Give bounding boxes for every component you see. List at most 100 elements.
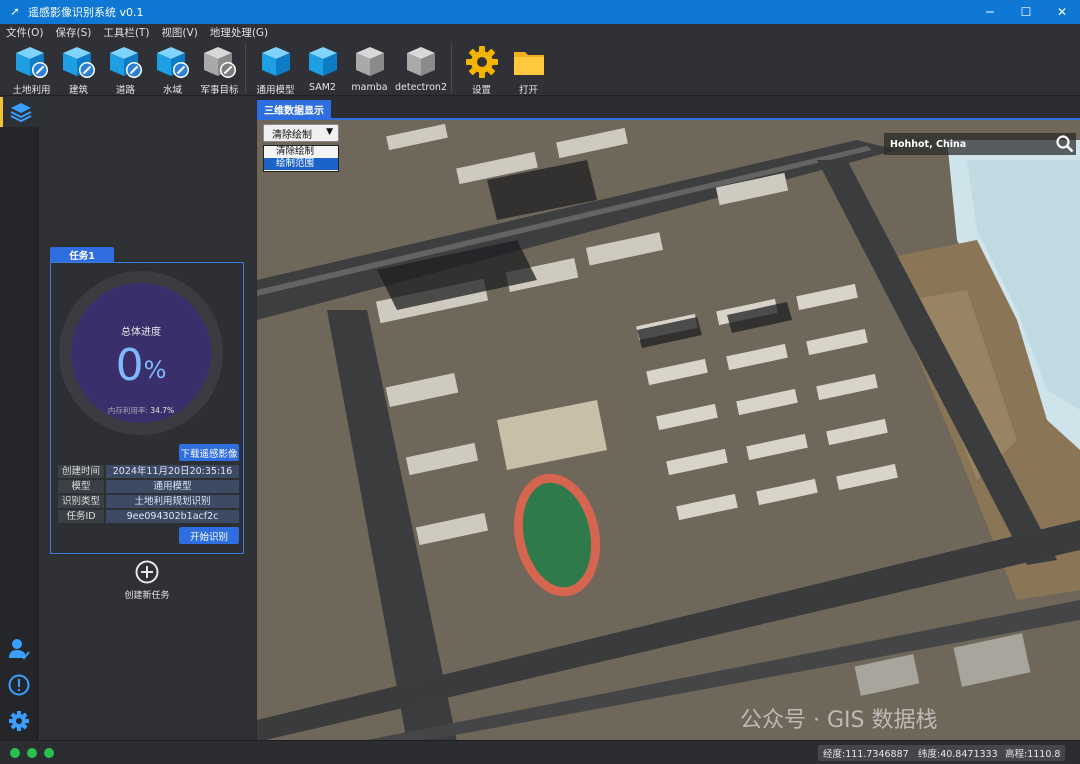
tool-general-model[interactable]: 通用模型 bbox=[252, 40, 299, 96]
blue-cube-edit-icon bbox=[62, 47, 95, 78]
info-key: 任务ID bbox=[58, 510, 104, 523]
tool-building[interactable]: 建筑 bbox=[55, 40, 102, 96]
chevron-down-icon: ▼ bbox=[326, 127, 333, 137]
tool-label: 设置 bbox=[471, 85, 491, 96]
memory-usage: 内存利用率: 34.7% bbox=[59, 405, 223, 416]
tool-mamba[interactable]: mamba bbox=[346, 40, 393, 96]
tool-sam2[interactable]: SAM2 bbox=[299, 40, 346, 96]
new-task-button[interactable]: 创建新任务 bbox=[117, 560, 177, 602]
menu-bar: 文件(O) 保存(S) 工具栏(T) 视图(V) 地理处理(G) bbox=[0, 24, 1080, 40]
download-imagery-button[interactable]: 下载遥感影像 bbox=[179, 444, 239, 461]
minimize-button[interactable]: ─ bbox=[972, 0, 1008, 24]
blue-cube-edit-icon bbox=[156, 47, 189, 78]
menu-save[interactable]: 保存(S) bbox=[55, 25, 91, 40]
tool-detectron2[interactable]: detectron2 bbox=[393, 40, 449, 96]
tool-label: detectron2 bbox=[395, 82, 447, 93]
progress-title: 总体进度 bbox=[121, 327, 161, 338]
menu-view[interactable]: 视图(V) bbox=[161, 25, 197, 40]
nav-rail bbox=[0, 97, 38, 740]
draw-option-extent[interactable]: 绘制范围 bbox=[264, 158, 338, 170]
progress-unit: % bbox=[143, 356, 167, 384]
title-bar: ➚ 遥感影像识别系统 v0.1 ─ ☐ ✕ bbox=[0, 0, 1080, 24]
tool-label: mamba bbox=[351, 82, 388, 93]
close-button[interactable]: ✕ bbox=[1044, 0, 1080, 24]
progress-value: 0% bbox=[59, 343, 223, 389]
tool-settings[interactable]: 设置 bbox=[458, 40, 505, 96]
task-card: 总体进度 0% 内存利用率: 34.7% 下载遥感影像 创建时间 2024年11… bbox=[50, 262, 244, 554]
altitude-readout: 高程:1110.8 bbox=[1000, 745, 1066, 761]
tool-military-target[interactable]: 军事目标 bbox=[196, 40, 243, 96]
status-bar: 经度:111.7346887 纬度:40.8471333 高程:1110.8 bbox=[0, 740, 1080, 764]
tool-label: 打开 bbox=[518, 85, 538, 96]
tool-open[interactable]: 打开 bbox=[505, 40, 552, 96]
tool-road[interactable]: 道路 bbox=[102, 40, 149, 96]
menu-file[interactable]: 文件(O) bbox=[6, 25, 43, 40]
window-title: 遥感影像识别系统 v0.1 bbox=[28, 6, 144, 19]
info-key: 创建时间 bbox=[58, 465, 104, 478]
menu-geoprocessing[interactable]: 地理处理(G) bbox=[210, 25, 268, 40]
blue-cube-icon bbox=[261, 47, 290, 76]
tool-label: 军事目标 bbox=[200, 85, 239, 96]
tool-land-use[interactable]: 土地利用 bbox=[8, 40, 55, 96]
app-icon: ➚ bbox=[10, 5, 20, 18]
status-dot bbox=[44, 748, 54, 758]
latitude-readout: 纬度:40.8471333 bbox=[913, 745, 1003, 761]
draw-mode-select[interactable]: 清除绘制 ▼ bbox=[263, 124, 339, 142]
user-check-icon[interactable] bbox=[7, 637, 31, 661]
memory-value: 34.7% bbox=[150, 406, 175, 415]
layers-icon bbox=[10, 103, 31, 123]
settings-icon[interactable] bbox=[7, 709, 31, 733]
blue-cube-icon bbox=[308, 47, 337, 76]
info-value: 通用模型 bbox=[106, 480, 239, 493]
location-search: Hohhot, China bbox=[884, 133, 1076, 155]
toolbar-separator bbox=[245, 43, 246, 93]
info-value: 2024年11月20日20:35:16 bbox=[106, 465, 239, 478]
tool-label: 建筑 bbox=[68, 85, 88, 96]
progress-ring: 总体进度 0% 内存利用率: 34.7% bbox=[59, 271, 223, 435]
info-row-type: 识别类型 土地利用规划识别 bbox=[58, 495, 239, 508]
info-key: 识别类型 bbox=[58, 495, 104, 508]
tool-label: SAM2 bbox=[309, 82, 336, 93]
start-recognition-button[interactable]: 开始识别 bbox=[179, 527, 239, 544]
draw-mode-value: 清除绘制 bbox=[272, 129, 312, 141]
info-row-id: 任务ID 9ee094302b1acf2c bbox=[58, 510, 239, 523]
tool-label: 土地利用 bbox=[12, 85, 51, 96]
info-row-model: 模型 通用模型 bbox=[58, 480, 239, 493]
new-task-label: 创建新任务 bbox=[124, 591, 170, 601]
watermark: 公众号 · GIS 数据栈 bbox=[740, 708, 938, 733]
plus-circle-icon bbox=[135, 560, 159, 584]
tool-label: 道路 bbox=[115, 85, 135, 96]
tool-water[interactable]: 水域 bbox=[149, 40, 196, 96]
info-value: 9ee094302b1acf2c bbox=[106, 510, 239, 523]
blue-cube-edit-icon bbox=[15, 47, 48, 78]
task-tab[interactable]: 任务1 bbox=[50, 247, 114, 262]
info-key: 模型 bbox=[58, 480, 104, 493]
toolbar: 土地利用 建筑 道路 水域 军事目标 通用模型 SAM2 mamba detec… bbox=[0, 40, 1080, 96]
status-dot bbox=[10, 748, 20, 758]
status-dot bbox=[27, 748, 37, 758]
folder-icon bbox=[513, 52, 544, 75]
search-icon[interactable] bbox=[1054, 133, 1076, 155]
gray-cube-edit-icon bbox=[203, 47, 236, 78]
progress-number: 0 bbox=[115, 340, 144, 391]
gear-icon bbox=[465, 46, 498, 78]
gray-cube-icon bbox=[355, 47, 384, 76]
tool-label: 通用模型 bbox=[256, 85, 295, 96]
tool-label: 水域 bbox=[162, 85, 182, 96]
layers-tab[interactable] bbox=[0, 97, 38, 127]
draw-option-clear[interactable]: 清除绘制 bbox=[264, 146, 338, 158]
info-row-created: 创建时间 2024年11月20日20:35:16 bbox=[58, 465, 239, 478]
alert-icon[interactable] bbox=[7, 673, 31, 697]
map-view[interactable] bbox=[257, 118, 1080, 740]
location-search-input[interactable]: Hohhot, China bbox=[884, 139, 1054, 150]
menu-toolbar[interactable]: 工具栏(T) bbox=[103, 25, 149, 40]
draw-mode-dropdown: 清除绘制 绘制范围 bbox=[263, 145, 339, 172]
maximize-button[interactable]: ☐ bbox=[1008, 0, 1044, 24]
tab-3d-display[interactable]: 三维数据显示 bbox=[257, 100, 331, 118]
memory-label: 内存利用率: bbox=[107, 406, 148, 415]
info-value: 土地利用规划识别 bbox=[106, 495, 239, 508]
satellite-imagery bbox=[257, 120, 1080, 740]
longitude-readout: 经度:111.7346887 bbox=[818, 745, 914, 761]
blue-cube-edit-icon bbox=[109, 47, 142, 78]
toolbar-separator bbox=[451, 43, 452, 93]
